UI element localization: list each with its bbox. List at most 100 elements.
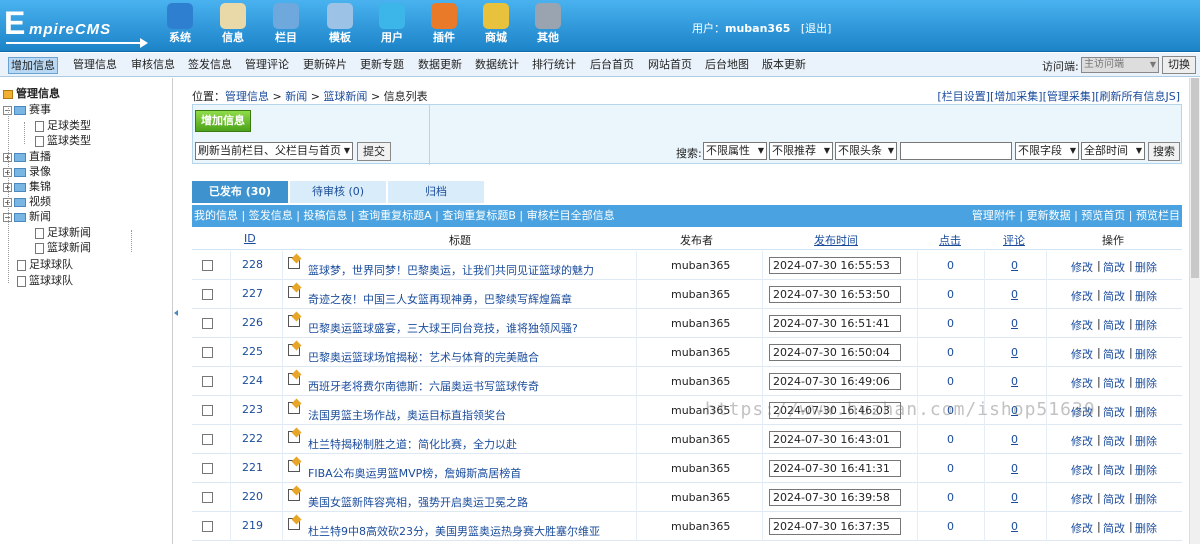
menu-item-9[interactable]: 排行统计 [530, 57, 578, 74]
menu-item-1[interactable]: 管理信息 [71, 57, 119, 74]
menu-item-4[interactable]: 管理评论 [243, 57, 291, 74]
search-input[interactable] [900, 142, 1012, 160]
attribute-filter-select[interactable]: 不限属性 ▼ [703, 142, 767, 160]
breadcrumb-item[interactable]: 篮球新闻 [323, 90, 367, 103]
delete-link[interactable]: 删除 [1135, 346, 1157, 362]
row-title-link[interactable]: 巴黎奥运篮球盛宴，三大球王同台竞技，谁将独领风骚? [308, 320, 578, 336]
col-clicks[interactable]: 点击 [939, 232, 961, 248]
row-comments[interactable]: 0 [1011, 491, 1018, 504]
delete-link[interactable]: 删除 [1135, 520, 1157, 536]
refresh-select[interactable]: 刷新当前栏目、父栏目与首页 ▼ [195, 142, 353, 160]
row-time-field[interactable]: 2024-07-30 16:49:06 [769, 373, 901, 390]
sidebar-node[interactable]: + 视频 [3, 194, 51, 209]
delete-link[interactable]: 删除 [1135, 491, 1157, 507]
delete-link[interactable]: 删除 [1135, 317, 1157, 333]
delete-link[interactable]: 删除 [1135, 433, 1157, 449]
delete-link[interactable]: 删除 [1135, 288, 1157, 304]
menu-item-2[interactable]: 审核信息 [129, 57, 177, 74]
tab-archive[interactable]: 归档 [388, 181, 484, 203]
delete-link[interactable]: 删除 [1135, 404, 1157, 420]
nav-globe[interactable]: 系统 [158, 3, 202, 51]
edit-link[interactable]: 修改 [1071, 520, 1093, 536]
quick-edit-link[interactable]: 简改 [1103, 346, 1125, 362]
breadcrumb-item[interactable]: 新闻 [285, 90, 307, 103]
sidebar-node[interactable]: + 集锦 [3, 179, 51, 194]
scrollbar-thumb[interactable] [1191, 78, 1199, 278]
quick-edit-link[interactable]: 简改 [1103, 462, 1125, 478]
quick-edit-link[interactable]: 简改 [1103, 404, 1125, 420]
row-title-link[interactable]: 篮球梦，世界同梦！巴黎奥运，让我们共同见证篮球的魅力 [308, 262, 594, 278]
col-comments[interactable]: 评论 [1003, 232, 1025, 248]
menu-item-10[interactable]: 后台首页 [588, 57, 636, 74]
nav-edit-document[interactable]: 信息 [211, 3, 255, 51]
delete-link[interactable]: 删除 [1135, 462, 1157, 478]
menu-item-6[interactable]: 更新专题 [358, 57, 406, 74]
row-time-field[interactable]: 2024-07-30 16:50:04 [769, 344, 901, 361]
sidebar-node[interactable]: 足球球队 [17, 257, 73, 272]
row-comments[interactable]: 0 [1011, 317, 1018, 330]
search-button[interactable]: 搜索 [1148, 142, 1180, 161]
logout-link[interactable]: [退出] [801, 22, 832, 35]
headline-filter-select[interactable]: 不限头条 ▼ [835, 142, 897, 160]
refresh-js-link[interactable]: [刷新所有信息JS] [1095, 90, 1180, 103]
quick-edit-link[interactable]: 简改 [1103, 259, 1125, 275]
menu-item-3[interactable]: 签发信息 [186, 57, 234, 74]
delete-link[interactable]: 删除 [1135, 375, 1157, 391]
recommend-filter-select[interactable]: 不限推荐 ▼ [769, 142, 833, 160]
row-title-link[interactable]: FIBA公布奥运男篮MVP榜，詹姆斯高居榜首 [308, 465, 521, 481]
edit-link[interactable]: 修改 [1071, 433, 1093, 449]
sidebar-node[interactable]: − 赛事 [3, 102, 51, 117]
edit-link[interactable]: 修改 [1071, 288, 1093, 304]
edit-link[interactable]: 修改 [1071, 462, 1093, 478]
row-comments[interactable]: 0 [1011, 520, 1018, 533]
row-comments[interactable]: 0 [1011, 433, 1018, 446]
menu-item-12[interactable]: 后台地图 [703, 57, 751, 74]
row-comments[interactable]: 0 [1011, 462, 1018, 475]
nav-card[interactable]: 商城 [474, 3, 518, 51]
breadcrumb-item[interactable]: 管理信息 [225, 90, 269, 103]
nav-user[interactable]: 用户 [370, 3, 414, 51]
row-checkbox[interactable] [202, 434, 213, 445]
row-title-link[interactable]: 巴黎奥运篮球场馆揭秘：艺术与体育的完美融合 [308, 349, 539, 365]
scrollbar[interactable] [1189, 78, 1200, 544]
menu-item-13[interactable]: 版本更新 [760, 57, 808, 74]
submit-button[interactable]: 提交 [357, 142, 391, 161]
collapse-arrow-icon[interactable] [174, 310, 178, 316]
row-comments[interactable]: 0 [1011, 346, 1018, 359]
sidebar-node[interactable]: 篮球球队 [17, 273, 73, 288]
row-checkbox[interactable] [202, 260, 213, 271]
sidebar-toggle[interactable] [172, 78, 180, 544]
add-collect-link[interactable]: [增加采集] [990, 90, 1043, 103]
sidebar-node[interactable]: + 录像 [3, 164, 51, 179]
time-select[interactable]: 全部时间 ▼ [1081, 142, 1145, 160]
nav-tools[interactable]: 插件 [422, 3, 466, 51]
menu-item-8[interactable]: 数据统计 [473, 57, 521, 74]
quick-edit-link[interactable]: 简改 [1103, 375, 1125, 391]
row-checkbox[interactable] [202, 347, 213, 358]
sidebar-node[interactable]: 篮球新闻 [35, 240, 91, 255]
quick-edit-link[interactable]: 简改 [1103, 520, 1125, 536]
row-time-field[interactable]: 2024-07-30 16:51:41 [769, 315, 901, 332]
edit-link[interactable]: 修改 [1071, 491, 1093, 507]
row-checkbox[interactable] [202, 318, 213, 329]
switch-button[interactable]: 切换 [1162, 56, 1196, 74]
row-time-field[interactable]: 2024-07-30 16:39:58 [769, 489, 901, 506]
menu-item-0[interactable]: 增加信息 [8, 57, 58, 74]
row-checkbox[interactable] [202, 405, 213, 416]
sidebar-node[interactable]: 篮球类型 [35, 133, 91, 148]
nav-gear[interactable]: 其他 [526, 3, 570, 51]
nav-template-window[interactable]: 模板 [318, 3, 362, 51]
row-comments[interactable]: 0 [1011, 375, 1018, 388]
nav-folder[interactable]: 栏目 [264, 3, 308, 51]
quick-edit-link[interactable]: 简改 [1103, 288, 1125, 304]
edit-link[interactable]: 修改 [1071, 346, 1093, 362]
delete-link[interactable]: 删除 [1135, 259, 1157, 275]
row-title-link[interactable]: 美国女篮新阵容亮相，强势开启奥运卫冕之路 [308, 494, 528, 510]
row-time-field[interactable]: 2024-07-30 16:41:31 [769, 460, 901, 477]
row-comments[interactable]: 0 [1011, 288, 1018, 301]
tab-pending[interactable]: 待审核 (0) [290, 181, 386, 203]
column-settings-link[interactable]: [栏目设置] [937, 90, 990, 103]
menu-item-11[interactable]: 网站首页 [646, 57, 694, 74]
sidebar-node[interactable]: − 新闻 [3, 209, 51, 224]
menu-item-5[interactable]: 更新碎片 [301, 57, 349, 74]
